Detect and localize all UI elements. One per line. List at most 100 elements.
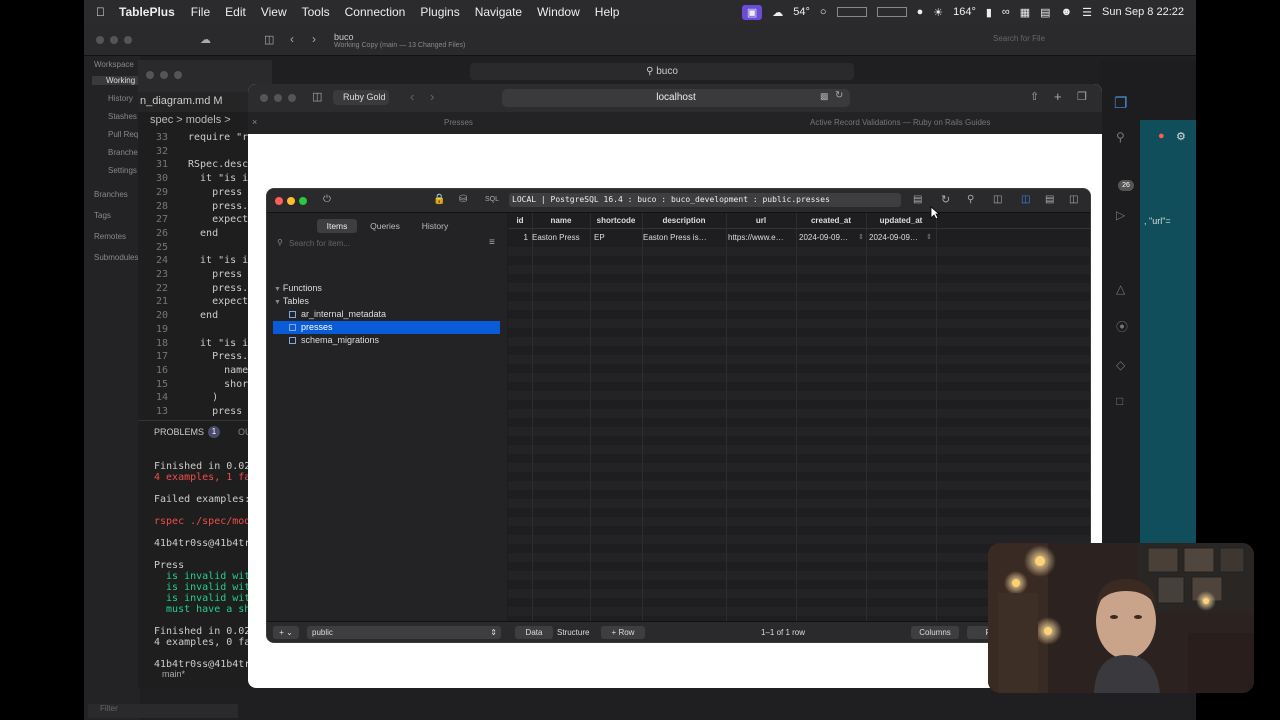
- left-panel-toggle-icon[interactable]: ◫: [1021, 194, 1030, 205]
- profile-button[interactable]: Ruby Gold: [333, 90, 389, 105]
- database-icon[interactable]: ⛁: [459, 194, 467, 205]
- code-line[interactable]: end: [188, 228, 218, 239]
- table-ar-internal-metadata[interactable]: ar_internal_metadata: [289, 308, 386, 321]
- column-header[interactable]: url: [726, 216, 796, 225]
- column-header[interactable]: updated_at: [866, 216, 936, 225]
- close-button[interactable]: [275, 197, 283, 205]
- column-header[interactable]: shortcode: [590, 216, 642, 225]
- bottom-panel-toggle-icon[interactable]: ▤: [1045, 194, 1054, 205]
- forward-button[interactable]: ›: [430, 89, 434, 104]
- link-icon[interactable]: ∞: [1002, 6, 1010, 18]
- cell-name[interactable]: Easton Press: [532, 233, 590, 242]
- tab-history[interactable]: History: [415, 219, 455, 233]
- share-icon[interactable]: ⇧: [1030, 90, 1039, 103]
- sidebar-history[interactable]: History: [108, 94, 133, 103]
- clock[interactable]: Sun Sep 8 22:22: [1102, 6, 1184, 18]
- sidebar-submodules[interactable]: Submodules: [94, 253, 138, 262]
- code-line[interactable]: short: [188, 379, 254, 390]
- connection-bar[interactable]: LOCAL | PostgreSQL 16.4 : buco : buco_de…: [509, 193, 901, 207]
- stepper-icon[interactable]: ⇕: [926, 233, 932, 241]
- add-item-button[interactable]: + ⌄: [273, 626, 299, 639]
- memory-graph-icon[interactable]: [876, 7, 907, 17]
- cell-updated-at[interactable]: 2024-09-09…: [869, 233, 925, 242]
- user-icon[interactable]: ☻: [1061, 6, 1073, 18]
- window-icon[interactable]: ▤: [1040, 6, 1050, 19]
- git-search-field[interactable]: Search for File: [979, 34, 1129, 43]
- cloud-icon[interactable]: ☁: [200, 33, 211, 46]
- layout-icon[interactable]: ◫: [993, 194, 1002, 205]
- cell-shortcode[interactable]: EP: [594, 233, 640, 242]
- cell-created-at[interactable]: 2024-09-09…: [799, 233, 855, 242]
- code-line[interactable]: press.: [188, 201, 248, 212]
- tab-overview-icon[interactable]: ❐: [1077, 90, 1087, 103]
- code-line[interactable]: press =: [188, 406, 254, 417]
- reload-icon[interactable]: ↻: [835, 90, 843, 101]
- menu-edit[interactable]: Edit: [225, 5, 246, 19]
- minimize-button[interactable]: [287, 197, 295, 205]
- sidebar-settings[interactable]: Settings: [108, 166, 137, 175]
- forward-icon[interactable]: ›: [312, 32, 316, 46]
- code-line[interactable]: ): [188, 392, 218, 403]
- translate-icon[interactable]: ▩: [820, 91, 829, 102]
- code-line[interactable]: require "r: [188, 132, 248, 143]
- browser-tab-rails-guides[interactable]: Active Record Validations — Ruby on Rail…: [810, 118, 1090, 127]
- add-row-button[interactable]: + Row: [601, 626, 645, 639]
- sidebar-toggle-icon[interactable]: ◫: [264, 33, 274, 46]
- table-schema-migrations[interactable]: schema_migrations: [289, 334, 379, 347]
- screen-record-icon[interactable]: ▣: [741, 4, 763, 20]
- stepper-icon[interactable]: ⇕: [858, 233, 864, 241]
- ruby-icon[interactable]: ◇: [1116, 358, 1125, 372]
- new-tab-icon[interactable]: +: [1054, 89, 1062, 104]
- sidebar-working-copy[interactable]: Working: [92, 76, 138, 85]
- zoom-button[interactable]: [299, 197, 307, 205]
- code-line[interactable]: expect: [188, 214, 248, 225]
- menu-tools[interactable]: Tools: [302, 5, 330, 19]
- column-header[interactable]: name: [532, 216, 590, 225]
- code-line[interactable]: RSpec.desc: [188, 159, 248, 170]
- menu-file[interactable]: File: [191, 5, 210, 19]
- table-presses[interactable]: presses: [273, 321, 500, 334]
- tree-tables[interactable]: ▼ Tables: [274, 295, 309, 308]
- app-name[interactable]: TablePlus: [119, 5, 175, 19]
- sidebar-pull-requests[interactable]: Pull Req: [108, 130, 138, 139]
- column-header[interactable]: description: [642, 216, 726, 225]
- column-header[interactable]: id: [508, 216, 532, 225]
- lock-icon[interactable]: 🔒: [433, 194, 445, 205]
- cell-url[interactable]: https://www.e…: [728, 233, 796, 242]
- copy-icon[interactable]: ❐: [1114, 94, 1127, 112]
- sidebar-icon[interactable]: ◫: [312, 90, 322, 103]
- back-button[interactable]: ‹: [410, 89, 414, 104]
- tab-close-icon[interactable]: ×: [252, 117, 257, 127]
- tab-problems[interactable]: PROBLEMS: [154, 427, 204, 437]
- sidebar-tags[interactable]: Tags: [94, 211, 111, 220]
- weather-temp[interactable]: 54°: [793, 6, 810, 18]
- code-line[interactable]: press =: [188, 187, 254, 198]
- address-bar[interactable]: localhost: [502, 89, 850, 107]
- status-branch[interactable]: main*: [162, 669, 185, 679]
- sql-icon[interactable]: SQL: [485, 196, 499, 203]
- code-line[interactable]: end: [188, 310, 218, 321]
- cell-description[interactable]: Easton Press is…: [643, 233, 725, 242]
- temperature-readout[interactable]: 164°: [953, 6, 976, 18]
- cpu-graph-icon[interactable]: [836, 7, 867, 17]
- comment-icon[interactable]: □: [1116, 394, 1123, 408]
- battery-icon[interactable]: ▮: [986, 6, 992, 19]
- browser-tab-presses[interactable]: Presses: [444, 118, 674, 127]
- pin-icon[interactable]: ●: [1158, 130, 1165, 142]
- back-search-field[interactable]: ⚲ buco: [470, 63, 854, 80]
- schema-select[interactable]: public ⇕: [307, 626, 501, 639]
- item-search-input[interactable]: Search for item...: [273, 238, 485, 250]
- play-icon[interactable]: ▷: [1116, 208, 1125, 222]
- menu-plugins[interactable]: Plugins: [420, 5, 459, 19]
- code-line[interactable]: it "is i: [188, 173, 248, 184]
- menu-window[interactable]: Window: [537, 5, 580, 19]
- code-line[interactable]: expect: [188, 296, 248, 307]
- column-header[interactable]: created_at: [796, 216, 866, 225]
- sidebar-branches-link[interactable]: Branches: [108, 148, 142, 157]
- apple-icon[interactable]: : [96, 5, 105, 19]
- power-icon[interactable]: ⏻: [323, 194, 331, 205]
- brightness-icon[interactable]: ☀: [933, 6, 943, 19]
- columns-button[interactable]: Columns: [911, 626, 959, 639]
- sidebar-remotes[interactable]: Remotes: [94, 232, 126, 241]
- circle-icon[interactable]: ○: [820, 6, 827, 18]
